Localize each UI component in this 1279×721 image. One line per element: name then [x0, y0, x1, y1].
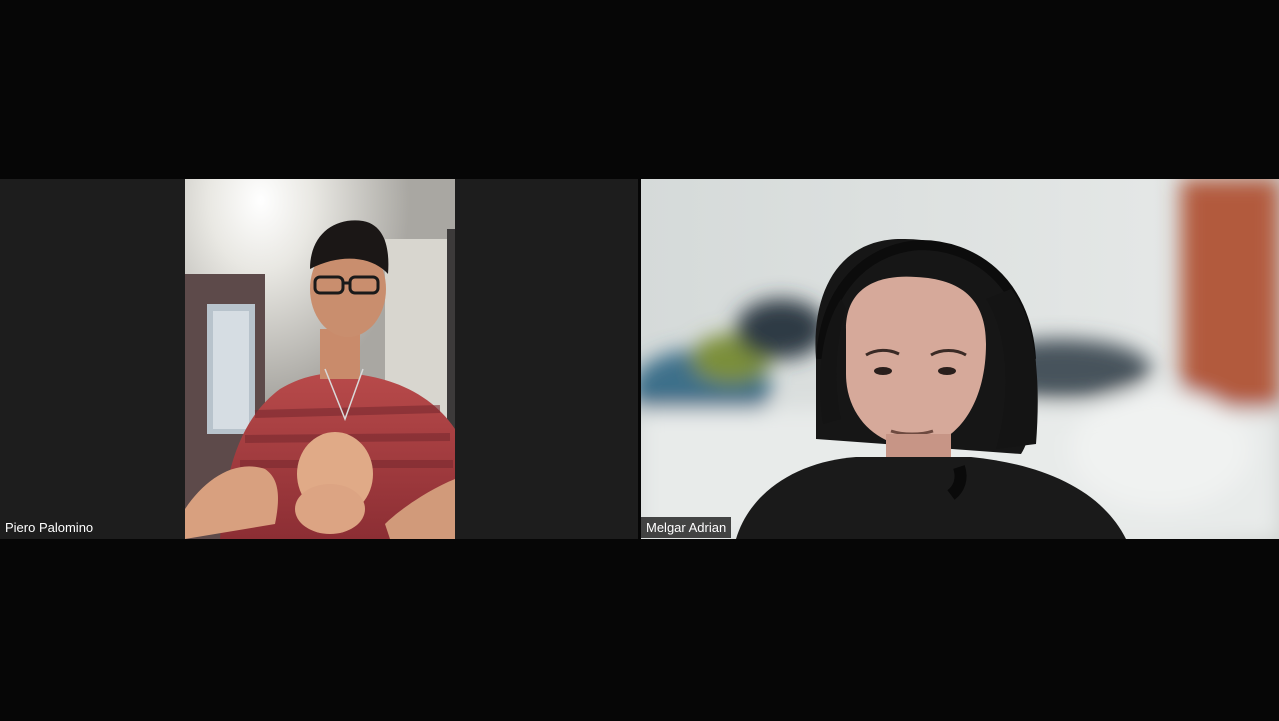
participant-video-piero: [185, 179, 455, 539]
meeting-gallery-view: Piero Palomino Melgar Adrian: [0, 0, 1279, 721]
participant-name-label: Piero Palomino: [0, 517, 99, 538]
participant-tile-piero[interactable]: Piero Palomino: [0, 179, 638, 539]
video-frame-melgar: [641, 179, 1279, 539]
participant-name-label: Melgar Adrian: [641, 517, 732, 538]
participant-tile-melgar[interactable]: Melgar Adrian: [641, 179, 1279, 539]
participant-video-melgar: [641, 179, 1279, 539]
video-frame-piero: [185, 179, 455, 539]
